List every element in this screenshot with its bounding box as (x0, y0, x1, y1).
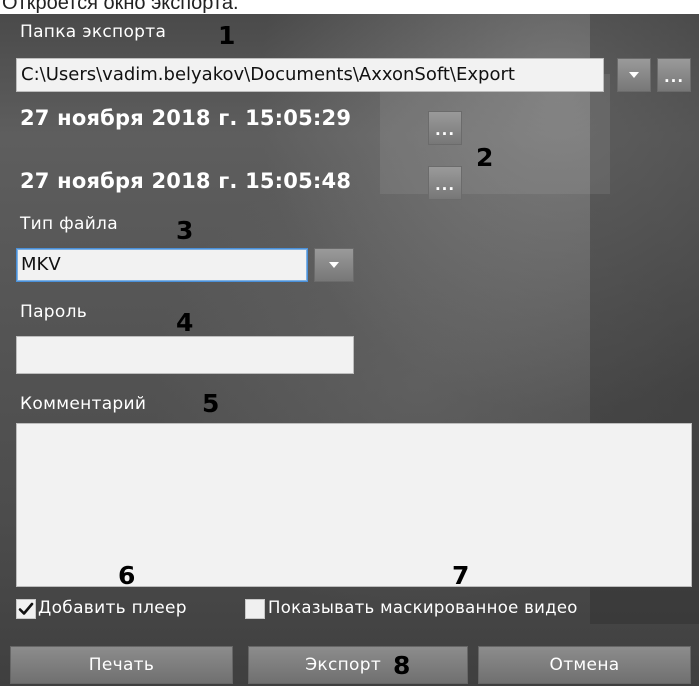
callout-3: 3 (176, 216, 194, 245)
password-label: Пароль (20, 302, 88, 322)
file-type-dropdown-button[interactable] (314, 248, 354, 282)
background-highlight (380, 74, 610, 194)
callout-4: 4 (176, 308, 194, 337)
start-datetime-picker-button[interactable]: ... (428, 111, 462, 145)
add-player-label: Добавить плеер (38, 598, 187, 618)
print-button[interactable]: Печать (10, 646, 233, 684)
callout-8: 8 (393, 650, 411, 680)
file-type-select[interactable]: MKV (16, 248, 308, 282)
callout-2: 2 (476, 143, 494, 172)
callout-6: 6 (118, 561, 136, 590)
export-folder-label: Папка экспорта (20, 22, 167, 42)
comment-label: Комментарий (20, 394, 147, 414)
show-masked-checkbox[interactable] (245, 599, 265, 619)
add-player-checkbox[interactable] (16, 599, 36, 619)
export-folder-dropdown-button[interactable] (617, 58, 651, 92)
caption-strip: Откроется окно экспорта. (0, 0, 699, 14)
export-dialog: Папка экспорта 1 C:\Users\vadim.belyakov… (0, 14, 699, 686)
ellipsis-icon: ... (434, 176, 456, 194)
chevron-down-icon (329, 262, 339, 268)
check-icon (18, 602, 34, 615)
export-folder-browse-button[interactable]: ... (657, 58, 691, 92)
end-datetime-picker-button[interactable]: ... (428, 166, 462, 200)
export-button[interactable]: Экспорт 8 (248, 646, 468, 684)
caption-text: Откроется окно экспорта. (2, 0, 239, 14)
chevron-down-icon (629, 72, 639, 78)
callout-7: 7 (452, 561, 470, 590)
ellipsis-icon: ... (663, 68, 685, 86)
ellipsis-icon: ... (434, 121, 456, 139)
end-datetime: 27 ноября 2018 г. 15:05:48 (20, 169, 352, 193)
password-input[interactable] (16, 336, 354, 374)
export-button-label: Экспорт (305, 655, 382, 675)
start-datetime: 27 ноября 2018 г. 15:05:29 (20, 106, 352, 130)
cancel-button[interactable]: Отмена (478, 646, 691, 684)
export-folder-input[interactable]: C:\Users\vadim.belyakov\Documents\AxxonS… (16, 58, 604, 92)
callout-1: 1 (218, 21, 236, 50)
file-type-label: Тип файла (20, 214, 118, 234)
show-masked-label: Показывать маскированное видео (268, 598, 578, 617)
callout-5: 5 (202, 389, 220, 418)
